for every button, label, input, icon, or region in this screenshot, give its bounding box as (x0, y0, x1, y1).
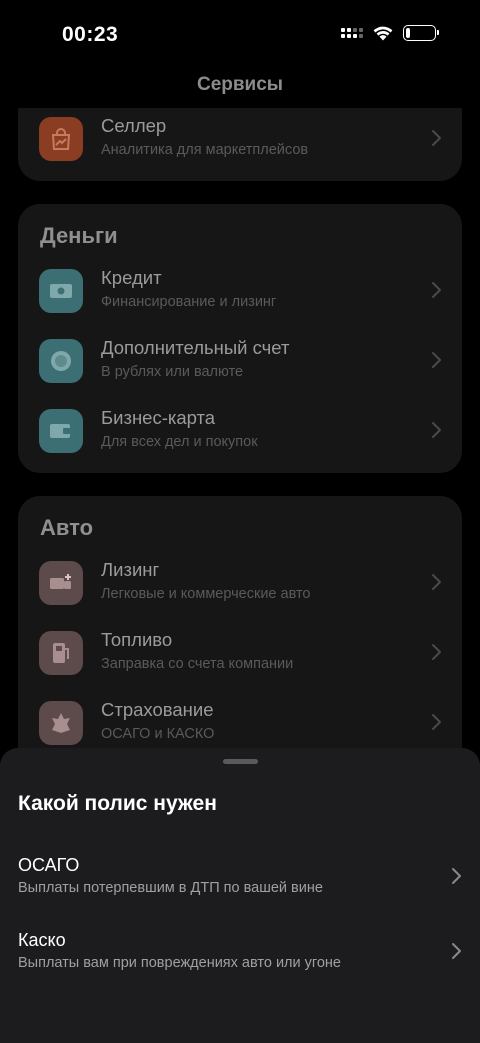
service-subtitle: Аналитика для маркетплейсов (101, 142, 309, 158)
status-icons (341, 25, 439, 41)
service-row-leasing[interactable]: Лизинг Легковые и коммерческие авто (18, 552, 462, 614)
page-title: Сервисы (196, 74, 284, 95)
option-title: ОСАГО (18, 855, 80, 875)
service-row-fuel[interactable]: Топливо Заправка со счета компании (18, 622, 462, 684)
chevron-right-icon (432, 422, 441, 438)
service-row-seller[interactable]: Селлер Аналитика для маркетплейсов (18, 108, 462, 170)
service-row-extra-account[interactable]: Дополнительный счет В рублях или валюте (18, 330, 462, 392)
service-subtitle: Финансирование и лизинг (101, 294, 277, 310)
option-subtitle: Выплаты потерпевшим в ДТП по вашей вине (18, 880, 323, 896)
policy-option-kasko[interactable]: Каско Выплаты вам при повреждениях авто … (0, 930, 480, 990)
status-time: 00:23 (62, 23, 119, 46)
section-title-money: Деньги (40, 223, 118, 248)
service-subtitle: В рублях или валюте (101, 364, 244, 380)
option-title: Каско (18, 930, 66, 950)
service-title: Селлер (101, 115, 167, 136)
option-subtitle: Выплаты вам при повреждениях авто или уг… (18, 955, 342, 971)
service-subtitle: ОСАГО и КАСКО (101, 726, 215, 742)
chevron-right-icon (432, 644, 441, 660)
chevron-right-icon (432, 130, 441, 146)
service-title: Лизинг (101, 559, 160, 580)
coin-icon (39, 339, 83, 383)
chevron-right-icon (452, 943, 461, 959)
shield-leaf-icon (39, 701, 83, 745)
battery-level (406, 28, 411, 38)
service-subtitle: Заправка со счета компании (101, 656, 294, 672)
chevron-right-icon (432, 574, 441, 590)
service-title: Топливо (101, 629, 173, 650)
wifi-icon (373, 26, 393, 41)
service-row-business-card[interactable]: Бизнес-карта Для всех дел и покупок (18, 400, 462, 462)
cellular-signal-icon (341, 28, 363, 38)
card-money: Деньги Кредит Финансирование и лизинг До… (18, 204, 462, 473)
chevron-right-icon (432, 714, 441, 730)
service-title: Кредит (101, 267, 162, 288)
service-subtitle: Легковые и коммерческие авто (101, 586, 311, 602)
service-title: Бизнес-карта (101, 407, 216, 428)
fuel-pump-icon (39, 631, 83, 675)
policy-bottom-sheet: Какой полис нужен ОСАГО Выплаты потерпев… (0, 748, 480, 1043)
service-title: Дополнительный счет (101, 337, 290, 358)
card-icon (39, 409, 83, 453)
shopping-bag-chart-icon (39, 117, 83, 161)
truck-plus-icon (39, 561, 83, 605)
card-seller: Селлер Аналитика для маркетплейсов (18, 108, 462, 181)
service-row-insurance[interactable]: Страхование ОСАГО и КАСКО (18, 692, 462, 754)
chevron-right-icon (432, 282, 441, 298)
service-subtitle: Для всех дел и покупок (101, 434, 258, 450)
service-title: Страхование (101, 699, 214, 720)
chevron-right-icon (452, 868, 461, 884)
sheet-grabber[interactable] (223, 759, 258, 764)
battery-icon (403, 25, 439, 41)
service-row-credit[interactable]: Кредит Финансирование и лизинг (18, 260, 462, 322)
banknote-icon (39, 269, 83, 313)
sheet-title: Какой полис нужен (18, 792, 217, 815)
policy-option-osago[interactable]: ОСАГО Выплаты потерпевшим в ДТП по вашей… (0, 855, 480, 915)
status-bar: 00:23 (0, 0, 480, 70)
card-auto: Авто Лизинг Легковые и коммерческие авто… (18, 496, 462, 786)
section-title-auto: Авто (40, 515, 94, 540)
chevron-right-icon (432, 352, 441, 368)
